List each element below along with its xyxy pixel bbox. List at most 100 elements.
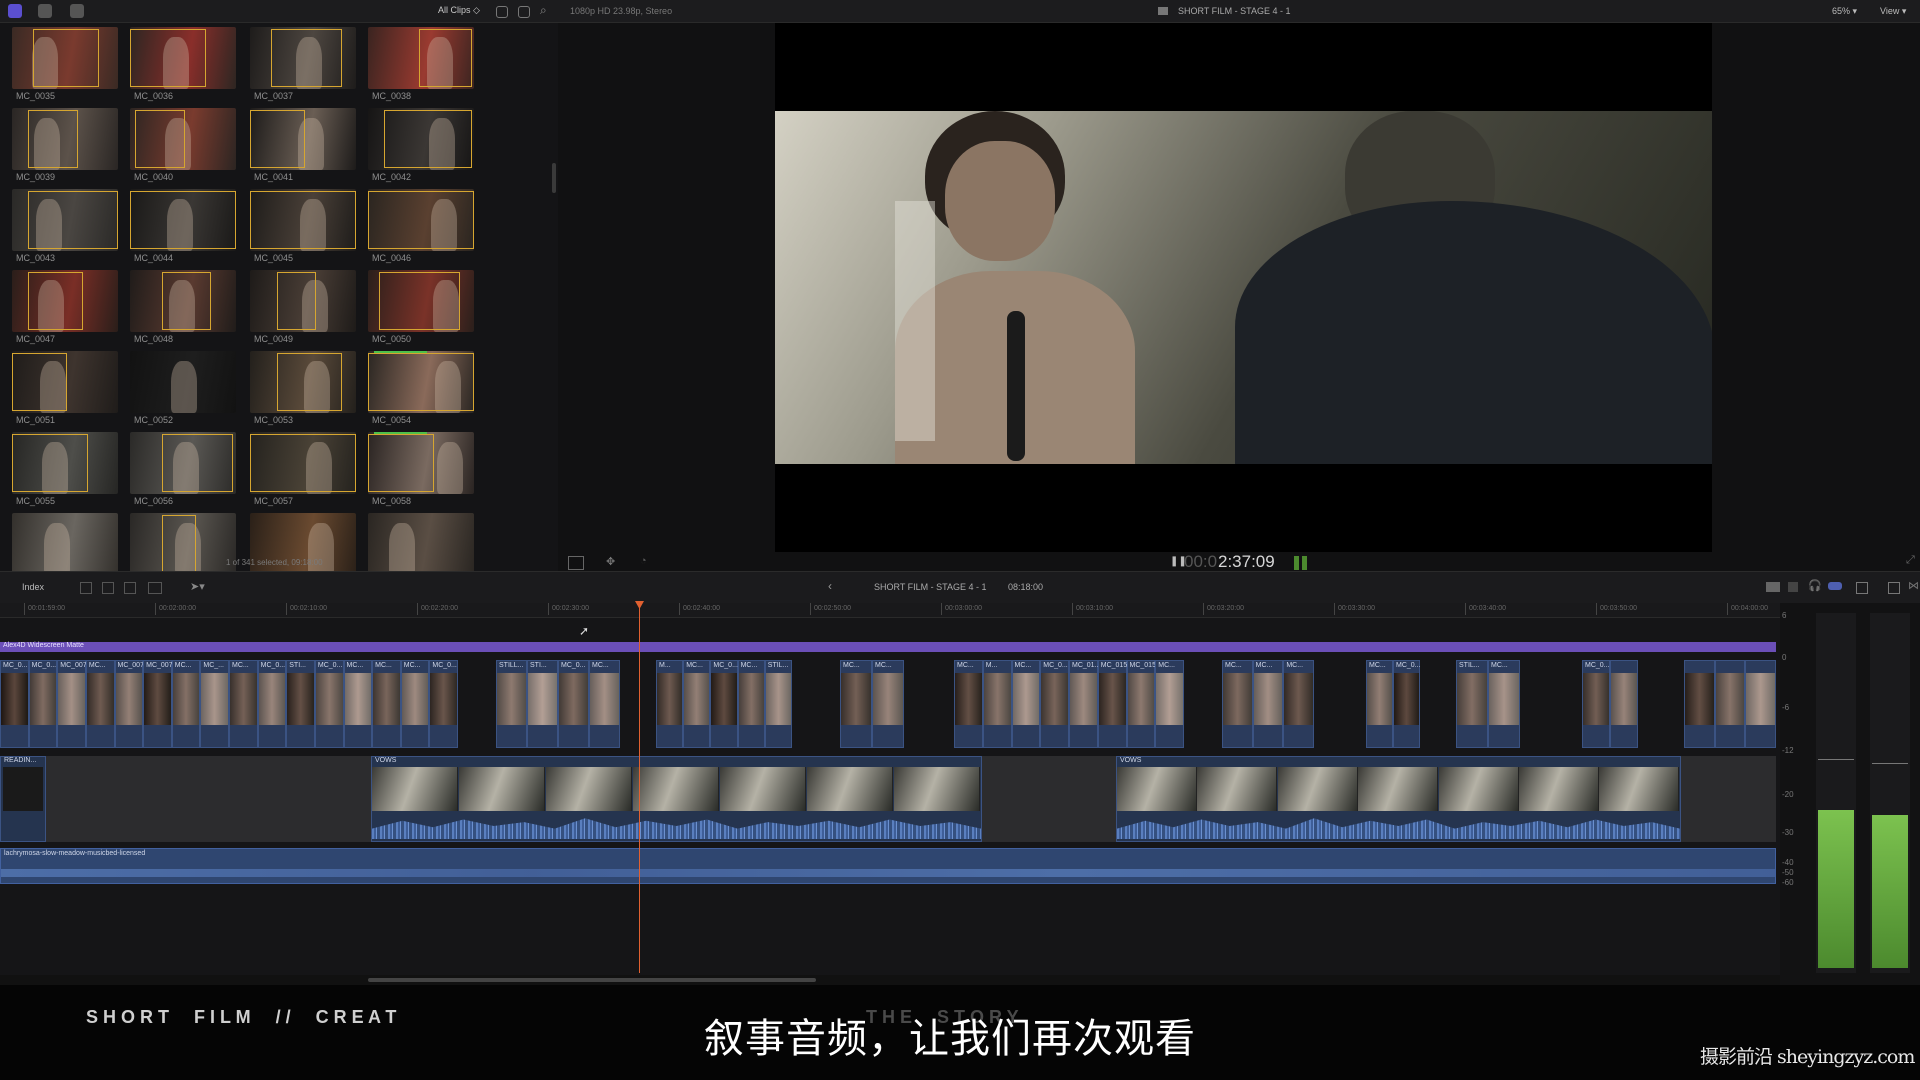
browser-clip[interactable]: MC_0049 — [250, 270, 356, 346]
video-clip[interactable]: MC... — [229, 660, 258, 748]
clip-selection-range[interactable] — [130, 191, 236, 249]
timeline-scrollbar[interactable] — [368, 978, 816, 982]
video-clip[interactable]: MC... — [171, 660, 201, 748]
insert-clip-icon[interactable] — [102, 582, 114, 594]
audio-skimming-icon[interactable]: 🎧 — [1808, 579, 1822, 592]
video-clip[interactable]: MC_... — [200, 660, 229, 748]
video-clip[interactable] — [1745, 660, 1776, 748]
clip-selection-range[interactable] — [12, 353, 67, 411]
video-clip[interactable]: MC... — [737, 660, 765, 748]
clip-selection-range[interactable] — [161, 515, 196, 573]
video-clip[interactable]: MC_0159 — [1126, 660, 1160, 748]
browser-clip[interactable]: MC_0045 — [250, 189, 356, 265]
video-clip[interactable]: MC_0... — [558, 660, 589, 748]
gap-clip[interactable] — [982, 756, 1116, 842]
select-tool-icon[interactable]: ➤▾ — [190, 580, 205, 593]
connect-clip-icon[interactable] — [80, 582, 92, 594]
speed-icon[interactable]: ◔ — [640, 555, 647, 567]
timeline-back-button[interactable]: ‹ — [828, 579, 832, 593]
clip-selection-range[interactable] — [33, 29, 99, 87]
view-options-icon[interactable] — [568, 556, 584, 570]
browser-clip[interactable]: MC_0058 — [368, 432, 474, 508]
skimming-icon[interactable] — [1766, 582, 1780, 592]
append-clip-icon[interactable] — [124, 582, 136, 594]
clip-selection-range[interactable] — [161, 434, 233, 492]
video-clip[interactable]: MC_0070 — [57, 660, 91, 748]
clip-selection-range[interactable] — [161, 272, 212, 330]
browser-clip[interactable]: MC_0056 — [130, 432, 236, 508]
clip-selection-range[interactable] — [250, 434, 356, 492]
clip-selection-range[interactable] — [12, 434, 89, 492]
video-clip[interactable]: MC_0159 — [1097, 660, 1131, 748]
video-clip[interactable]: MC_0... — [1393, 660, 1421, 748]
library-icon[interactable] — [8, 4, 22, 18]
browser-clip[interactable]: MC_0055 — [12, 432, 118, 508]
audio-clip-vows-2[interactable]: VOWS — [1116, 756, 1681, 842]
video-clip[interactable]: MC... — [954, 660, 983, 748]
titles-icon[interactable] — [70, 4, 84, 18]
effects-browser-icon[interactable] — [1888, 582, 1900, 594]
video-clip[interactable]: MC_0... — [314, 660, 344, 748]
video-clip[interactable]: MC... — [872, 660, 904, 748]
clip-selection-range[interactable] — [368, 191, 474, 249]
video-clip[interactable]: M... — [656, 660, 684, 748]
video-clip[interactable]: MC... — [840, 660, 872, 748]
browser-clip[interactable]: MC_0039 — [12, 108, 118, 184]
browser-clip[interactable]: MC_0040 — [130, 108, 236, 184]
snapping-icon[interactable] — [1788, 582, 1798, 592]
browser-clip[interactable]: MC_0036 — [130, 27, 236, 103]
zoom-dropdown[interactable]: 65% ▾ — [1832, 6, 1857, 17]
video-clip[interactable]: STIL... — [764, 660, 792, 748]
video-clip[interactable]: MC_0... — [1040, 660, 1069, 748]
clip-selection-range[interactable] — [368, 353, 474, 411]
audio-clip-vows-1[interactable]: VOWS — [371, 756, 982, 842]
video-clip[interactable]: MC... — [343, 660, 373, 748]
playhead[interactable] — [639, 603, 640, 973]
video-clip[interactable]: M... — [982, 660, 1012, 748]
clip-selection-range[interactable] — [276, 353, 343, 411]
video-clip[interactable]: MC_0... — [257, 660, 287, 748]
transform-icon[interactable]: ✥ — [606, 555, 615, 568]
clip-selection-range[interactable] — [27, 110, 78, 168]
browser-clip[interactable]: MC_0051 — [12, 351, 118, 427]
browser-clip[interactable]: MC_0057 — [250, 432, 356, 508]
clip-selection-range[interactable] — [276, 272, 316, 330]
browser-clip[interactable]: MC_0048 — [130, 270, 236, 346]
clip-selection-range[interactable] — [27, 272, 83, 330]
video-clip[interactable]: MC... — [1488, 660, 1520, 748]
overwrite-clip-icon[interactable] — [148, 582, 162, 594]
video-clip[interactable]: STIL... — [1456, 660, 1488, 748]
video-clip[interactable]: MC_0077 — [114, 660, 148, 748]
audio-clip-reading[interactable]: READIN... — [0, 756, 46, 842]
browser-clip[interactable]: MC_0042 — [368, 108, 474, 184]
clip-selection-range[interactable] — [250, 191, 356, 249]
clip-selection-range[interactable] — [135, 110, 185, 168]
video-clip[interactable]: MC... — [372, 660, 401, 748]
video-clip[interactable]: MC_0... — [710, 660, 738, 748]
browser-clip[interactable]: MC_0035 — [12, 27, 118, 103]
video-clip[interactable]: STI... — [286, 660, 315, 748]
browser-clip[interactable]: MC_0052 — [130, 351, 236, 427]
clip-selection-range[interactable] — [130, 29, 207, 87]
clip-selection-range[interactable] — [383, 110, 472, 168]
video-clip[interactable]: MC... — [1366, 660, 1393, 748]
transitions-icon[interactable]: ⋈ — [1908, 579, 1919, 592]
music-clip[interactable]: lachrymosa-slow-meadow-musicbed-licensed — [0, 848, 1776, 884]
browser-clip[interactable]: MC_0046 — [368, 189, 474, 265]
clip-appearance-icon[interactable] — [518, 6, 530, 18]
browser-clip[interactable]: MC_0043 — [12, 189, 118, 265]
gap-clip[interactable] — [1681, 756, 1776, 842]
video-clip[interactable]: MC... — [683, 660, 711, 748]
video-clip[interactable]: MC... — [1155, 660, 1184, 748]
solo-icon[interactable] — [1828, 582, 1842, 590]
timeline-ruler[interactable]: 00:01:59:00 00:02:00:00 00:02:10:00 00:02:2… — [0, 603, 1780, 618]
clip-selection-range[interactable] — [378, 272, 461, 330]
clip-selection-range[interactable] — [271, 29, 343, 87]
video-clip[interactable] — [1684, 660, 1715, 748]
browser-clip[interactable]: MC_0053 — [250, 351, 356, 427]
video-clip[interactable]: MC... — [1283, 660, 1314, 748]
browser-clip[interactable]: MC_0037 — [250, 27, 356, 103]
widescreen-matte-clip[interactable]: Alex4D Widescreen Matte — [0, 642, 1776, 652]
list-view-icon[interactable] — [496, 6, 508, 18]
video-clip[interactable] — [1610, 660, 1638, 748]
